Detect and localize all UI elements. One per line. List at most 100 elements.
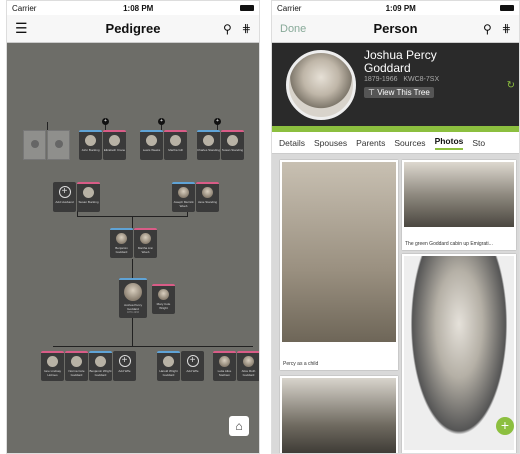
group-photo [282,378,396,453]
add-husband-button[interactable]: + Add Husband [53,182,76,212]
child-card[interactable]: Ione Lindsay Holmes [41,351,64,381]
tree-icon: ⊤ [368,88,375,97]
person-id: KWC8-7SX [403,76,440,83]
search-icon[interactable]: ⚲ [223,22,232,36]
search-icon[interactable]: ⚲ [483,22,492,36]
expand-dot[interactable]: + [214,118,221,125]
person-photo [178,187,189,198]
child-card[interactable]: Benjamin Wright Goddard [89,351,112,381]
person-photo [140,233,151,244]
ancestor-name: Jane Standing [197,200,218,204]
view-tree-button[interactable]: ⊤ View This Tree [364,87,434,98]
ancestor-name: Susan Standing [221,148,244,152]
add-wife-button[interactable]: + Add Wife [181,351,204,381]
person-placeholder-icon [71,356,82,367]
focus-person-card[interactable]: Joshua Percy Goddard 1879-1966 [119,278,147,318]
child-card[interactable]: Leita Alice Stetham [213,351,236,381]
child-name: Harold Wright Goddard [159,369,178,377]
menu-icon[interactable]: ☰ [15,20,28,37]
home-icon: ⌂ [235,419,243,433]
add-wife-label: Add Wife [186,369,199,373]
person-placeholder-icon [109,135,120,146]
add-husband-label: Add Husband [55,200,74,204]
connector [132,259,133,279]
person-header: Joshua Percy Goddard 1879-1966 KWC8-7SX … [272,43,519,126]
photo-tile[interactable]: Percy as a child [280,160,398,370]
photo-grid: Percy as a child The green Goddard cabin… [272,154,519,453]
carrier-label: Carrier [12,3,37,13]
parent-card[interactable]: Benjamin Goddard [110,228,133,258]
parent-name: Martha Ann Weeb [137,246,154,254]
tab-photos[interactable]: Photos [434,136,464,150]
expand-dot[interactable]: + [158,118,165,125]
child-name: Norma Cole Goddard [68,369,85,377]
person-photo [219,356,230,367]
person-placeholder-icon [85,135,96,146]
ancestor-card[interactable]: Joseph Merrick Weeb [172,182,195,212]
done-button[interactable]: Done [280,23,306,35]
battery-icon [240,5,254,11]
battery-icon [500,5,514,11]
expand-dot[interactable]: + [102,118,109,125]
photo-tile[interactable] [280,376,398,453]
photo-tile[interactable]: The green Goddard cabin up Emigrati... [402,160,516,250]
pedigree-toggle-icon[interactable]: ⋕ [242,22,251,35]
tab-spouses[interactable]: Spouses [314,138,347,148]
ancestor-card[interactable]: Lewis Weeks [140,130,163,160]
person-meta: 1879-1966 KWC8-7SX [364,76,439,83]
parent-card[interactable]: Martha Ann Weeb [134,228,157,258]
ancestor-card[interactable]: Martha Gill [164,130,187,160]
pedigree-toggle-icon[interactable]: ⋕ [502,22,511,35]
child-card[interactable]: Harold Wright Goddard [157,351,180,381]
add-wife-label: Add Wife [118,369,131,373]
tab-parents[interactable]: Parents [356,138,385,148]
person-photo [158,289,169,300]
ancestor-card[interactable]: Charles Standing [197,130,220,160]
person-name: Joshua Percy Goddard [364,48,437,75]
person-placeholder-icon [170,135,181,146]
page-title: Pedigree [105,21,161,36]
tab-sources[interactable]: Sources [394,138,425,148]
tab-stories[interactable]: Sto [472,138,485,148]
clock: 1:09 PM [385,3,416,13]
focus-person-name: Joshua Percy Goddard [123,303,143,311]
ancestor-name: John Bucking [81,148,100,152]
add-icon: + [58,186,71,198]
tab-bar: Details Spouses Parents Sources Photos S… [272,132,519,154]
ancestor-card[interactable]: John Bucking [79,130,102,160]
person-placeholder-icon [227,135,238,146]
add-icon: + [118,355,131,367]
avatar[interactable] [286,50,356,120]
unknown-ancestor[interactable] [23,130,46,160]
plus-icon: + [500,417,510,433]
nav-bar: Done Person ⚲ ⋕ [272,15,519,43]
connector [53,346,253,347]
tab-details[interactable]: Details [279,138,305,148]
child-name: Ione Lindsay Holmes [43,369,61,377]
person-placeholder-icon [30,140,39,148]
person-placeholder-icon [203,135,214,146]
ancestor-name: Martha Gill [168,148,183,152]
refresh-icon[interactable]: ↻ [507,80,515,91]
ancestor-card[interactable]: Jane Standing [196,182,219,212]
home-button[interactable]: ⌂ [229,416,249,436]
status-bar: Carrier 1:08 PM [7,1,259,15]
ancestor-card[interactable]: Susan Bucking [77,182,100,212]
status-bar: Carrier 1:09 PM [272,1,519,15]
add-photo-button[interactable]: + [496,417,514,435]
person-photo [116,233,127,244]
child-card[interactable]: Norma Cole Goddard [65,351,88,381]
spouse-card[interactable]: Mary Cole Wright [152,284,175,314]
unknown-ancestor[interactable] [47,130,70,160]
pedigree-screen: Carrier 1:08 PM ☰ Pedigree ⚲ ⋕ + + + Joh… [6,0,260,454]
child-card[interactable]: Alice Ruth Goddard [237,351,259,381]
ancestor-card[interactable]: Elizabeth Crane [103,130,126,160]
child-name: Leita Alice Stetham [217,369,232,377]
person-placeholder-icon [163,356,174,367]
child-photo [282,162,396,342]
ancestor-name: Charles Standing [197,148,220,152]
add-wife-button[interactable]: + Add Wife [113,351,136,381]
pedigree-tree: + + + John Bucking Elizabeth Crane Lewis… [7,44,259,453]
ancestor-card[interactable]: Susan Standing [221,130,244,160]
view-tree-label: View This Tree [377,88,430,97]
